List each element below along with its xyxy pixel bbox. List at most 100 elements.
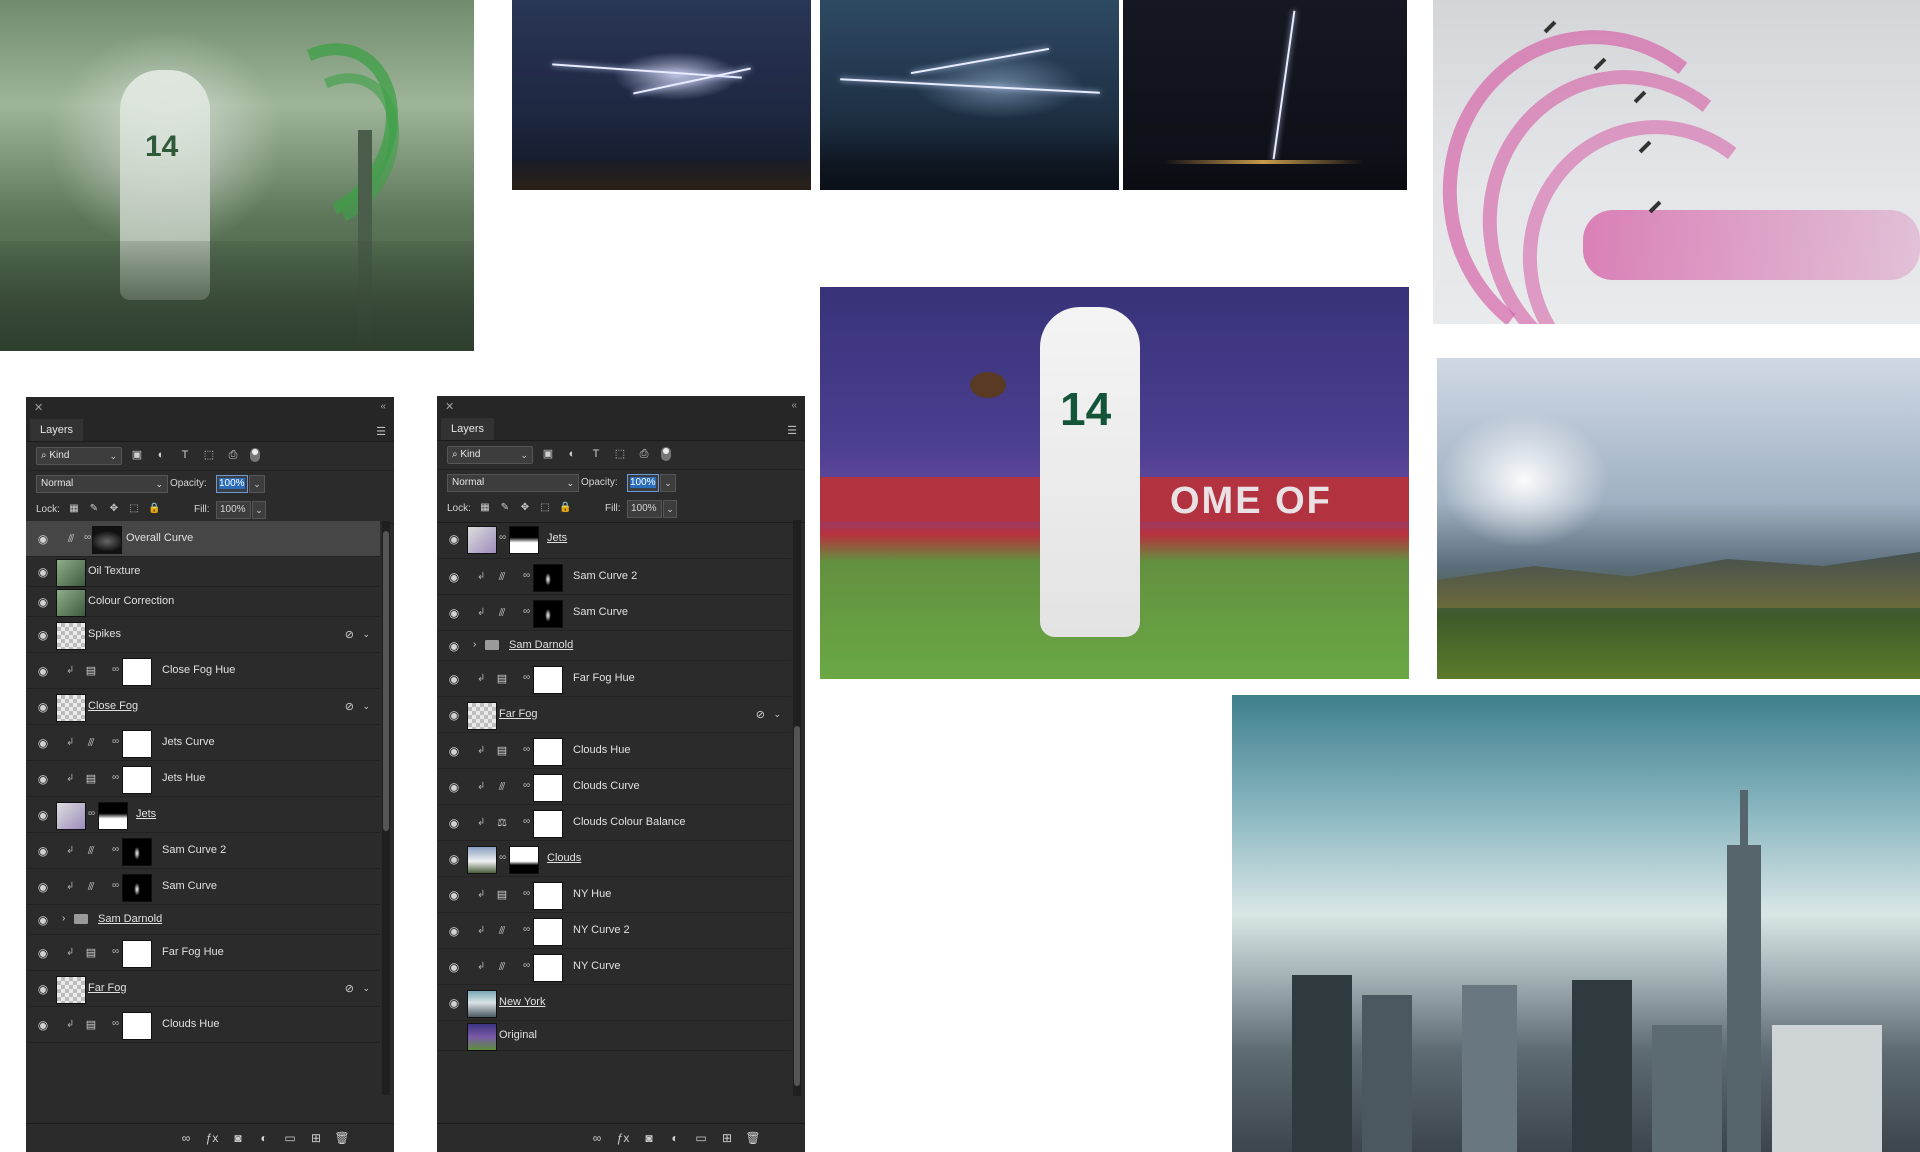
link-layers-icon[interactable]: ∞: [589, 1130, 605, 1146]
fx-icon[interactable]: ƒx: [204, 1130, 220, 1146]
filter-shape-icon[interactable]: ⬚: [202, 448, 216, 462]
link-icon[interactable]: ∞: [523, 816, 530, 827]
layer-name[interactable]: Sam Curve 2: [162, 844, 226, 856]
link-icon[interactable]: ∞: [112, 1018, 119, 1029]
lock-artboard-icon[interactable]: ⬚: [539, 502, 551, 514]
layer-name[interactable]: Sam Curve: [573, 606, 628, 618]
layer-name[interactable]: NY Curve 2: [573, 924, 630, 936]
tab-layers[interactable]: Layers: [441, 418, 495, 440]
layer-row[interactable]: ◉ ↲ ⫻ ∞ Sam Curve 2: [437, 559, 791, 595]
layer-row[interactable]: ◉ New York: [437, 985, 791, 1021]
layer-mask-thumbnail[interactable]: [533, 599, 563, 628]
lock-image-icon[interactable]: ✎: [499, 502, 511, 514]
panel-menu-icon[interactable]: ☰: [376, 425, 386, 438]
layer-mask-thumbnail[interactable]: [122, 657, 152, 686]
link-icon[interactable]: ∞: [84, 532, 91, 543]
filter-kind-select[interactable]: ⌕ Kind ⌄: [447, 446, 533, 464]
smart-object-thumbnail[interactable]: [56, 693, 86, 722]
layer-name[interactable]: Jets Curve: [162, 736, 215, 748]
layer-row[interactable]: ◉ Far Fog ⊘ ⌄: [437, 697, 791, 733]
link-icon[interactable]: ∞: [112, 772, 119, 783]
layer-thumbnail[interactable]: [467, 526, 497, 554]
layer-row[interactable]: ◉ ⫻ ∞ Overall Curve: [26, 521, 380, 557]
layer-name[interactable]: Close Fog Hue: [162, 664, 235, 676]
layer-name[interactable]: Spikes: [88, 628, 121, 640]
layer-group-row[interactable]: ◉ › Sam Darnold: [437, 631, 791, 661]
smart-filter-icon[interactable]: ⊘: [756, 708, 765, 721]
chevron-down-icon[interactable]: ⌄: [362, 983, 370, 994]
layer-mask-thumbnail[interactable]: [533, 881, 563, 910]
link-icon[interactable]: ∞: [499, 532, 506, 543]
layer-row[interactable]: ◉ ↲ ⚖ ∞ Clouds Colour Balance: [437, 805, 791, 841]
eye-icon[interactable]: ◉: [36, 982, 50, 996]
chevron-down-icon[interactable]: ⌄: [362, 701, 370, 712]
eye-icon[interactable]: ◉: [36, 595, 50, 609]
filter-shape-icon[interactable]: ⬚: [613, 447, 627, 461]
link-layers-icon[interactable]: ∞: [178, 1130, 194, 1146]
link-icon[interactable]: ∞: [523, 780, 530, 791]
eye-icon[interactable]: ◉: [36, 664, 50, 678]
link-icon[interactable]: ∞: [499, 852, 506, 863]
layer-name[interactable]: Sam Darnold: [98, 913, 162, 925]
opacity-dropdown[interactable]: ⌄: [249, 475, 265, 493]
layer-name[interactable]: Far Fog: [499, 708, 538, 720]
layer-name[interactable]: Sam Curve: [162, 880, 217, 892]
layer-mask-thumbnail[interactable]: [533, 665, 563, 694]
chevron-down-icon[interactable]: ⌄: [362, 629, 370, 640]
layer-row[interactable]: ◉ ∞ Jets: [26, 797, 380, 833]
link-icon[interactable]: ∞: [112, 946, 119, 957]
filter-type-icon[interactable]: T: [178, 448, 192, 462]
layer-mask-thumbnail[interactable]: [122, 837, 152, 866]
new-adjustment-icon[interactable]: ◐: [256, 1130, 272, 1146]
layer-name[interactable]: Close Fog: [88, 700, 138, 712]
filter-toggle[interactable]: [661, 447, 671, 461]
panel-menu-icon[interactable]: ☰: [787, 424, 797, 437]
eye-icon[interactable]: ◉: [447, 924, 461, 938]
filter-pixel-icon[interactable]: ▣: [541, 447, 555, 461]
layer-row[interactable]: ◉ ↲ ⫻ ∞ Jets Curve: [26, 725, 380, 761]
eye-icon[interactable]: ◉: [36, 844, 50, 858]
layer-name[interactable]: Clouds Hue: [573, 744, 630, 756]
layer-mask-thumbnail[interactable]: [122, 1011, 152, 1040]
eye-icon[interactable]: ◉: [447, 1029, 461, 1043]
lock-transparent-icon[interactable]: ▦: [68, 503, 80, 515]
layers-scrollbar[interactable]: [382, 521, 390, 1095]
layer-row[interactable]: ◉ Close Fog ⊘ ⌄: [26, 689, 380, 725]
filter-smart-object-icon[interactable]: ⎙: [226, 448, 240, 462]
layer-mask-thumbnail[interactable]: [122, 765, 152, 794]
chevron-right-icon[interactable]: ›: [62, 913, 65, 924]
lock-all-icon[interactable]: 🔒: [148, 503, 160, 515]
eye-icon[interactable]: ◉: [36, 628, 50, 642]
layer-row[interactable]: ◉ Far Fog ⊘ ⌄: [26, 971, 380, 1007]
layer-row[interactable]: ◉ ↲ ⫻ ∞ Clouds Curve: [437, 769, 791, 805]
close-panel-icon[interactable]: ✕: [445, 400, 454, 413]
eye-icon[interactable]: ◉: [36, 532, 50, 546]
layer-name[interactable]: Clouds Curve: [573, 780, 640, 792]
link-icon[interactable]: ∞: [112, 880, 119, 891]
eye-icon[interactable]: ◉: [36, 1018, 50, 1032]
layer-row[interactable]: ◉ Original: [437, 1021, 791, 1051]
eye-icon[interactable]: ◉: [36, 565, 50, 579]
layer-name[interactable]: NY Curve: [573, 960, 620, 972]
layer-mask-thumbnail[interactable]: [98, 801, 128, 830]
layer-name[interactable]: Original: [499, 1029, 537, 1041]
link-icon[interactable]: ∞: [523, 744, 530, 755]
layer-name[interactable]: Clouds Hue: [162, 1018, 219, 1030]
layer-name[interactable]: NY Hue: [573, 888, 611, 900]
layer-mask-thumbnail[interactable]: [122, 873, 152, 902]
eye-icon[interactable]: ◉: [447, 960, 461, 974]
layer-row[interactable]: ◉ ↲ ▤ ∞ Jets Hue: [26, 761, 380, 797]
layer-name[interactable]: Far Fog Hue: [162, 946, 224, 958]
opacity-input[interactable]: 100%: [627, 474, 659, 492]
lock-image-icon[interactable]: ✎: [88, 503, 100, 515]
layer-row[interactable]: ◉ ↲ ▤ ∞ Clouds Hue: [26, 1007, 380, 1043]
layer-mask-thumbnail[interactable]: [533, 563, 563, 592]
eye-icon[interactable]: ◉: [447, 639, 461, 653]
smart-filter-icon[interactable]: ⊘: [345, 982, 354, 995]
eye-icon[interactable]: ◉: [447, 852, 461, 866]
layer-row[interactable]: ◉ Colour Correction: [26, 587, 380, 617]
eye-icon[interactable]: ◉: [36, 913, 50, 927]
blend-mode-select[interactable]: Normal ⌄: [36, 475, 168, 493]
layer-name[interactable]: Oil Texture: [88, 565, 140, 577]
layer-mask-thumbnail[interactable]: [533, 917, 563, 946]
